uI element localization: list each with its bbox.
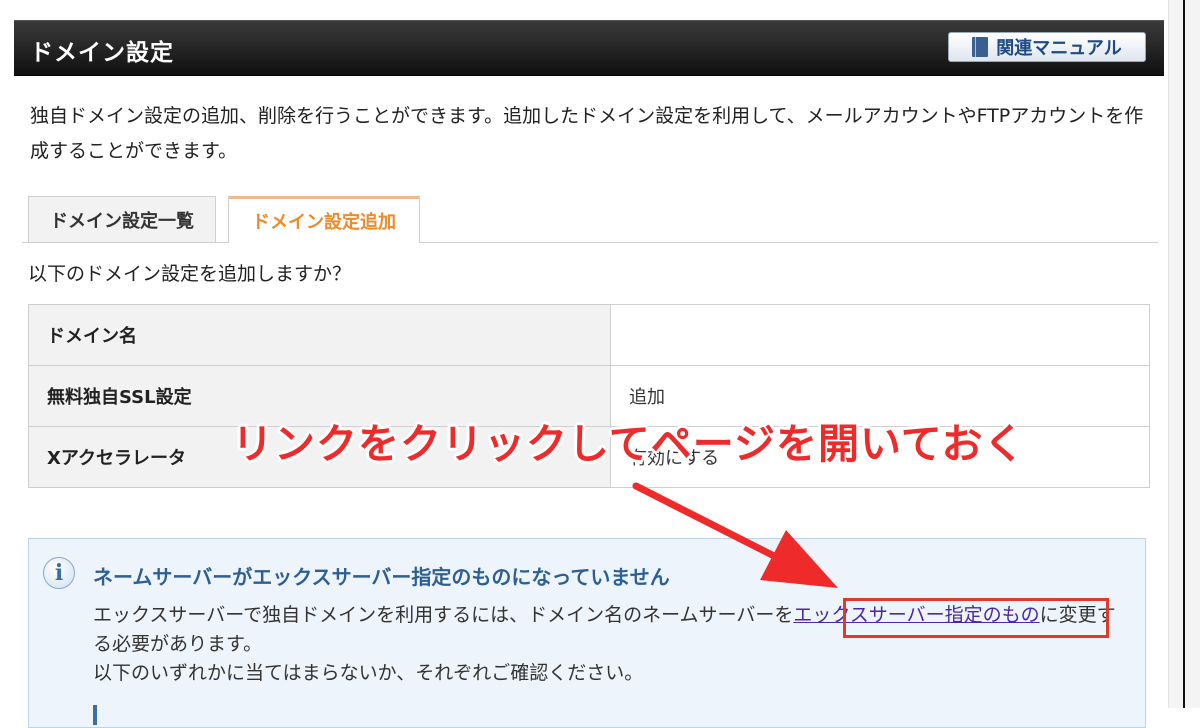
table-row: ドメイン名: [28, 304, 1150, 366]
intro-text: 独自ドメイン設定の追加、削除を行うことができます。追加したドメイン設定を利用して…: [30, 105, 1144, 162]
notice-text: 以下のいずれかに当てはまらないか、それぞれご確認ください。: [93, 662, 644, 684]
notice-text: エックスサーバーで独自ドメインを利用するには、ドメイン名のネームサーバーを: [93, 604, 794, 626]
info-icon: i: [43, 557, 75, 589]
annotation-text: リンクをクリックしてページを開いておく: [232, 420, 1026, 468]
related-manual-label: 関連マニュアル: [996, 38, 1122, 59]
link-highlight-box: [843, 598, 1109, 638]
tab-bar: ドメイン設定一覧 ドメイン設定追加: [22, 196, 1158, 243]
book-icon: [972, 37, 989, 57]
tab-domain-list[interactable]: ドメイン設定一覧: [28, 196, 216, 242]
window-edge: [1168, 0, 1200, 708]
panel-header: ドメイン設定 関連マニュアル: [14, 20, 1164, 75]
related-manual-button[interactable]: 関連マニュアル: [948, 32, 1146, 62]
row-value: [610, 304, 1150, 366]
list-marker: [93, 705, 97, 725]
row-label: ドメイン名: [28, 304, 611, 366]
tab-domain-add[interactable]: ドメイン設定追加: [228, 196, 420, 243]
confirm-question: 以下のドメイン設定を追加しますか？: [28, 263, 352, 285]
page-title: ドメイン設定: [30, 40, 174, 66]
notice-title: ネームサーバーがエックスサーバー指定のものになっていません: [93, 565, 670, 589]
